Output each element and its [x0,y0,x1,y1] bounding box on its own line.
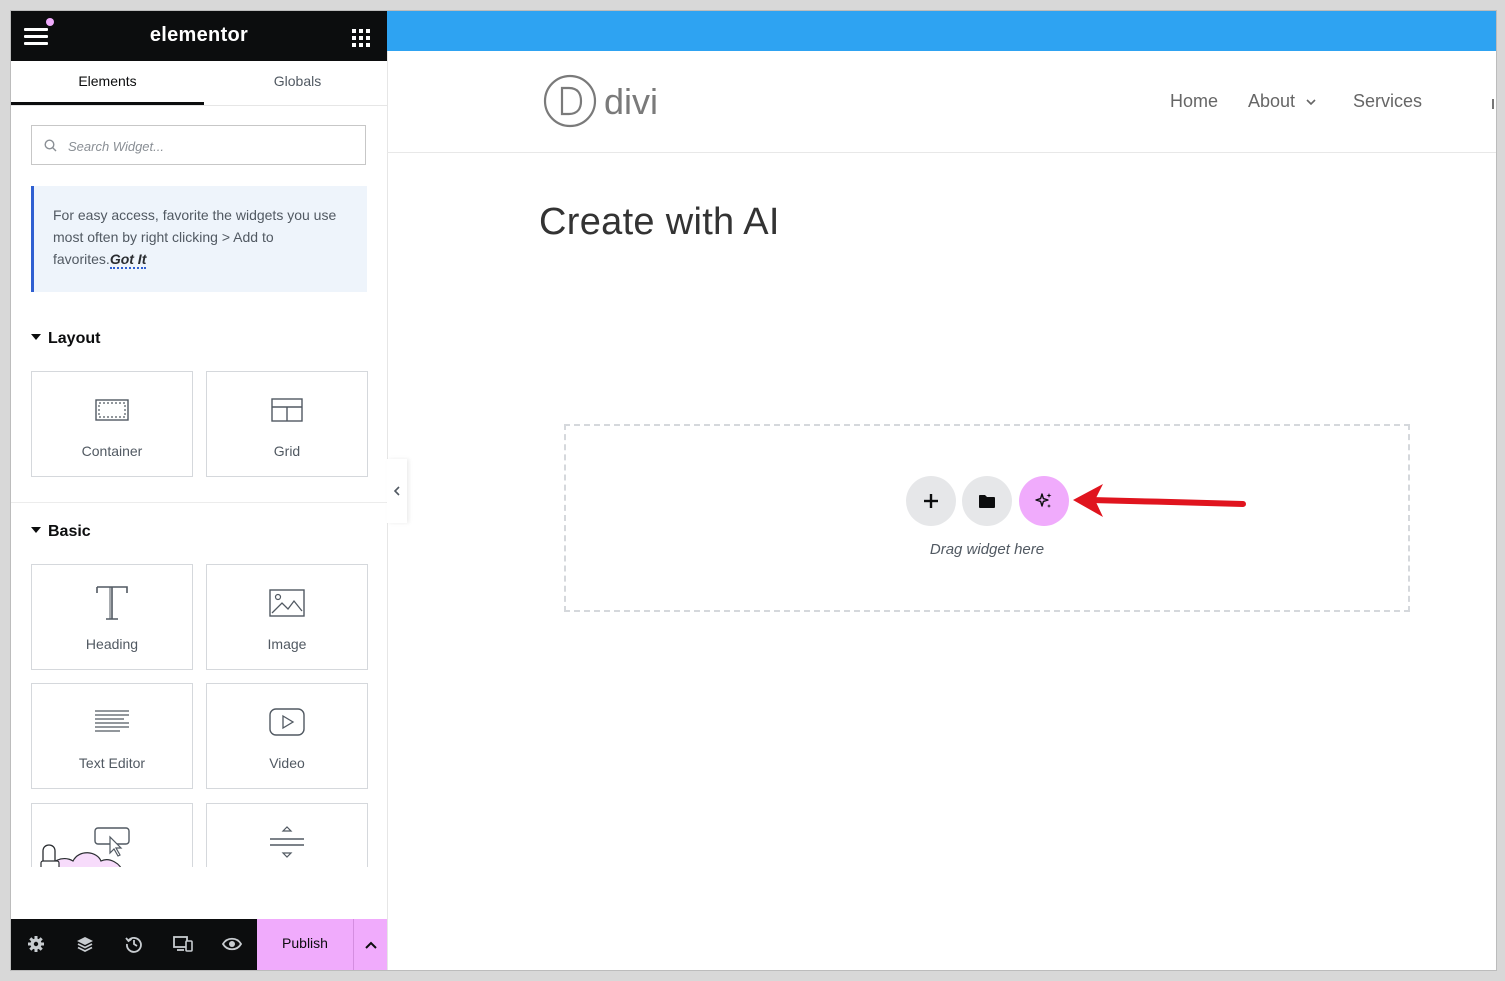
preview-icon[interactable] [221,933,243,955]
grid-icon [207,392,367,428]
search-icon [44,139,57,152]
editor-window: elementor Elements Globals For easy acce… [10,10,1497,971]
video-icon [207,704,367,740]
caret-down-icon [31,526,41,533]
publish-button[interactable]: Publish [257,919,353,970]
favorites-tip: For easy access, favorite the widgets yo… [31,186,367,292]
widget-label: Grid [273,443,301,459]
got-it-link[interactable]: Got It [109,251,147,269]
widget-label: Image [267,636,307,652]
site-logo-text[interactable]: divi [604,81,658,123]
section-divider [11,502,387,503]
divi-logo-icon [543,74,597,128]
tab-elements[interactable]: Elements [11,61,204,105]
layout-section-header[interactable]: Layout [31,330,100,348]
caret-down-icon [31,333,41,340]
widget-container[interactable]: Container [31,371,193,477]
widget-label: Heading [85,636,139,652]
history-icon[interactable] [123,933,145,955]
widget-dropzone[interactable]: Drag widget here [564,424,1410,612]
brand-logo: elementor [149,24,249,46]
widget-grid[interactable]: Grid [206,371,368,477]
widget-text-editor[interactable]: Text Editor [31,683,193,789]
nav-about-label: About [1248,91,1296,111]
layers-icon[interactable] [74,933,96,955]
drag-widget-text: Drag widget here [929,541,1045,558]
add-icon [924,494,938,508]
text-editor-icon [32,704,192,740]
ai-sparkle-icon [1035,493,1052,508]
publish-options-button[interactable] [353,919,387,970]
apps-grid-icon[interactable] [352,29,370,47]
panel-footer: Publish [11,919,387,970]
widget-heading[interactable]: Heading [31,564,193,670]
image-icon [207,585,367,621]
basic-section-header[interactable]: Basic [31,523,91,541]
basic-section-title: Basic [48,523,91,540]
add-template-button[interactable] [962,476,1012,526]
create-with-ai-button[interactable] [1019,476,1069,526]
settings-icon[interactable] [25,933,47,955]
add-section-button[interactable] [906,476,956,526]
panel-header: elementor [11,11,387,61]
search-input[interactable] [66,135,350,157]
nav-overflow-mark [1492,99,1494,109]
responsive-icon[interactable] [172,933,194,955]
tip-text: For easy access, favorite the widgets yo… [53,207,337,267]
chevron-down-icon [1306,99,1316,105]
widgets-panel: elementor Elements Globals For easy acce… [11,11,388,970]
annotation-arrow [1073,484,1246,517]
heading-icon [32,585,192,621]
widget-video[interactable]: Video [206,683,368,789]
site-top-bar [387,11,1496,51]
chevron-up-icon [364,941,377,949]
nav-home[interactable]: Home [1170,91,1218,112]
tab-globals[interactable]: Globals [201,61,394,105]
nav-about[interactable]: About [1248,91,1316,112]
panel-scroll-fade [11,867,387,919]
container-icon [32,392,192,428]
page-title[interactable]: Create with AI [539,201,780,244]
site-header: divi Home About Services [387,51,1496,153]
chevron-left-icon [393,486,400,496]
widget-image[interactable]: Image [206,564,368,670]
widget-label: Text Editor [78,755,146,771]
layout-section-title: Layout [48,330,101,347]
divider-icon [207,824,367,860]
nav-services[interactable]: Services [1353,91,1422,112]
search-box [31,125,366,165]
widget-label: Container [81,443,143,459]
widget-label: Video [269,755,305,771]
panel-tabs: Elements Globals [11,61,387,106]
collapse-panel-button[interactable] [387,459,407,523]
folder-icon [979,494,995,508]
